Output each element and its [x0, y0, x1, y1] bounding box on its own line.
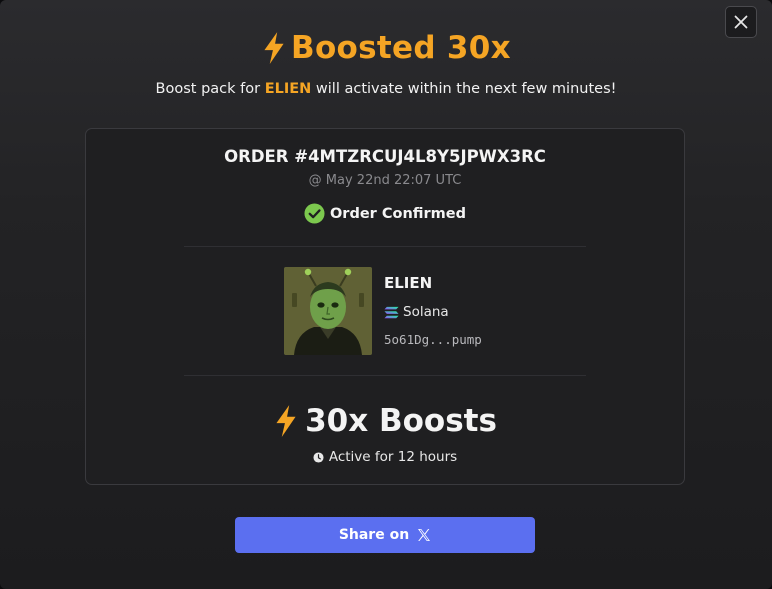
- subtitle-after: will activate within the next few minute…: [311, 81, 617, 97]
- order-card: ORDER #4MTZRCUJ4L8Y5JPWX3RC @ May 22nd 2…: [85, 128, 685, 485]
- share-label: Share on: [338, 527, 410, 543]
- token-chain-label: Solana: [403, 304, 449, 320]
- boost-duration: Active for 12 hours: [86, 449, 684, 465]
- lightning-bolt-icon: [276, 405, 296, 437]
- check-circle-icon: [304, 203, 325, 224]
- clock-icon: [313, 451, 324, 463]
- lightning-bolt-icon: [264, 32, 284, 64]
- token-avatar-image: [284, 267, 372, 355]
- boost-confirmation-modal: Boosted 30x Boost pack for ELIEN will ac…: [0, 0, 772, 589]
- boost-duration-label: Active for 12 hours: [328, 449, 458, 465]
- order-status: Order Confirmed: [86, 203, 684, 224]
- x-logo-icon: [418, 529, 431, 541]
- subtitle-before: Boost pack for: [155, 81, 265, 97]
- order-status-label: Order Confirmed: [329, 205, 467, 222]
- modal-title: Boosted 30x: [0, 26, 772, 70]
- order-time: @ May 22nd 22:07 UTC: [308, 173, 462, 188]
- subtitle-token: ELIEN: [264, 81, 312, 97]
- boost-summary: 30x Boosts: [86, 401, 684, 441]
- token-chain: Solana: [384, 304, 449, 320]
- token-name: ELIEN: [384, 274, 433, 292]
- token-address[interactable]: 5o61Dg...pump: [384, 332, 482, 347]
- boost-label: 30x Boosts: [305, 403, 497, 439]
- token-avatar: [284, 267, 372, 355]
- share-on-x-button[interactable]: Share on: [235, 517, 535, 553]
- solana-icon: [384, 306, 399, 318]
- title-text: Boosted 30x: [291, 30, 511, 66]
- divider: [184, 375, 586, 376]
- subtitle: Boost pack for ELIEN will activate withi…: [0, 81, 772, 97]
- divider: [184, 246, 586, 247]
- order-id: ORDER #4MTZRCUJ4L8Y5JPWX3RC: [224, 147, 546, 166]
